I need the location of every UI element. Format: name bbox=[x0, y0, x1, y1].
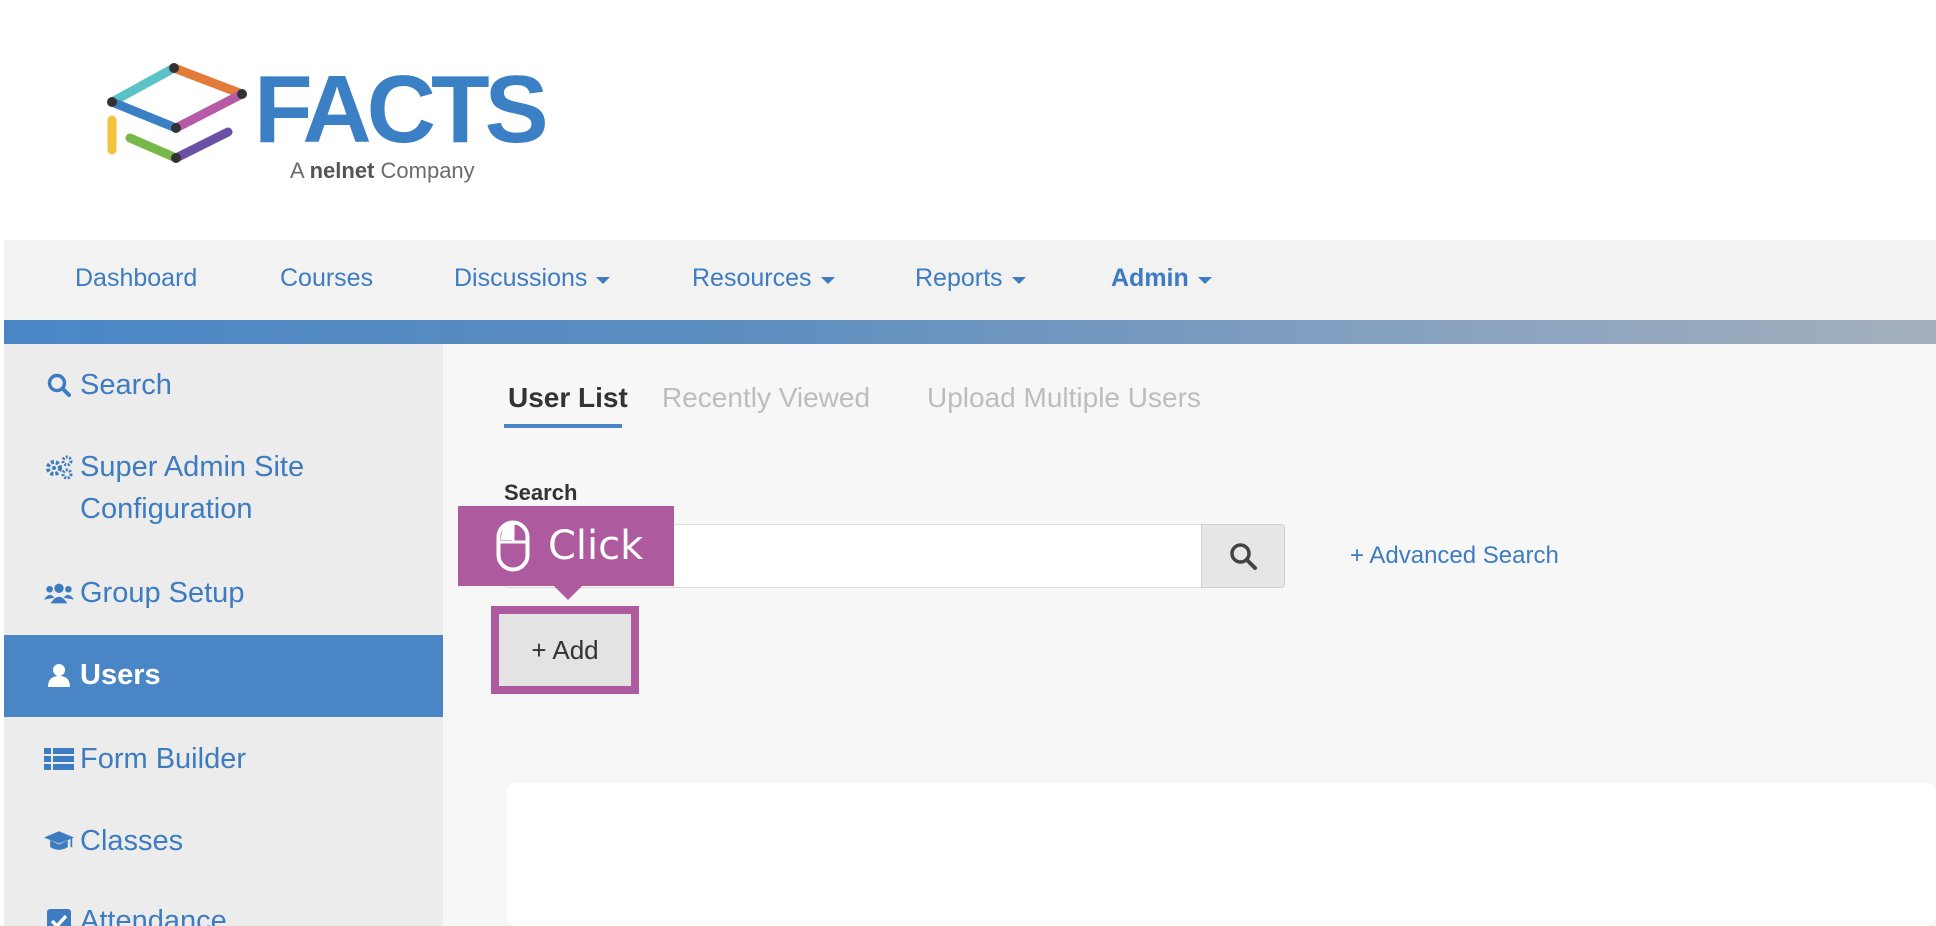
search-icon bbox=[1230, 543, 1257, 570]
caret-down-icon bbox=[1197, 277, 1212, 284]
facts-logo[interactable]: FACTS A nelnet Company bbox=[104, 58, 549, 188]
caret-down-icon bbox=[596, 277, 611, 284]
facts-logo-mark-icon bbox=[107, 63, 247, 163]
sidebar-item-super-admin-site-configuration[interactable]: Super Admin Site Configuration bbox=[4, 446, 384, 530]
add-user-button[interactable]: + Add bbox=[499, 614, 631, 686]
sidebar-item-search[interactable]: Search bbox=[4, 364, 443, 406]
active-tab-indicator bbox=[504, 424, 622, 428]
nav-reports[interactable]: Reports bbox=[915, 264, 1026, 293]
tab-recently-viewed[interactable]: Recently Viewed bbox=[662, 382, 870, 414]
logo-wordmark: FACTS bbox=[254, 56, 549, 163]
users-group-icon bbox=[44, 572, 74, 614]
nav-courses[interactable]: Courses bbox=[280, 264, 373, 293]
user-icon bbox=[44, 654, 74, 696]
gears-icon bbox=[44, 446, 74, 488]
nav-resources[interactable]: Resources bbox=[692, 264, 835, 293]
search-submit-button[interactable] bbox=[1201, 524, 1285, 588]
checkbox-icon bbox=[44, 900, 74, 926]
callout-label: Click bbox=[548, 523, 644, 569]
search-label: Search bbox=[504, 480, 578, 505]
nav-dashboard[interactable]: Dashboard bbox=[75, 264, 197, 293]
top-nav: Dashboard Courses Discussions Resources … bbox=[4, 240, 1936, 320]
click-callout: Click bbox=[458, 506, 674, 600]
admin-sidebar: Search Super Admin Site Configuration Gr… bbox=[4, 344, 443, 926]
caret-down-icon bbox=[820, 277, 835, 284]
add-button-highlight: + Add bbox=[491, 606, 639, 694]
main-content: User List Recently Viewed Upload Multipl… bbox=[443, 344, 1936, 926]
caret-down-icon bbox=[1011, 277, 1026, 284]
tab-user-list[interactable]: User List bbox=[508, 382, 628, 414]
tab-upload-multiple-users[interactable]: Upload Multiple Users bbox=[927, 382, 1201, 414]
sidebar-item-attendance[interactable]: Attendance bbox=[4, 900, 443, 926]
search-icon bbox=[44, 364, 74, 406]
nav-admin[interactable]: Admin bbox=[1111, 264, 1212, 293]
nav-accent-bar bbox=[4, 320, 1936, 344]
logo-tagline: A nelnet Company bbox=[290, 158, 475, 183]
sidebar-item-users[interactable]: Users bbox=[4, 635, 443, 717]
mouse-icon bbox=[496, 520, 530, 572]
sidebar-item-classes[interactable]: Classes bbox=[4, 820, 443, 862]
user-list-panel bbox=[506, 782, 1936, 926]
sidebar-item-form-builder[interactable]: Form Builder bbox=[4, 738, 443, 780]
sidebar-item-group-setup[interactable]: Group Setup bbox=[4, 572, 443, 614]
header: FACTS A nelnet Company bbox=[0, 0, 1936, 240]
nelnet-brand: nelnet bbox=[309, 158, 375, 183]
graduation-cap-icon bbox=[44, 820, 74, 862]
advanced-search-link[interactable]: + Advanced Search bbox=[1350, 542, 1559, 570]
nav-discussions[interactable]: Discussions bbox=[454, 264, 611, 293]
list-icon bbox=[44, 738, 74, 780]
